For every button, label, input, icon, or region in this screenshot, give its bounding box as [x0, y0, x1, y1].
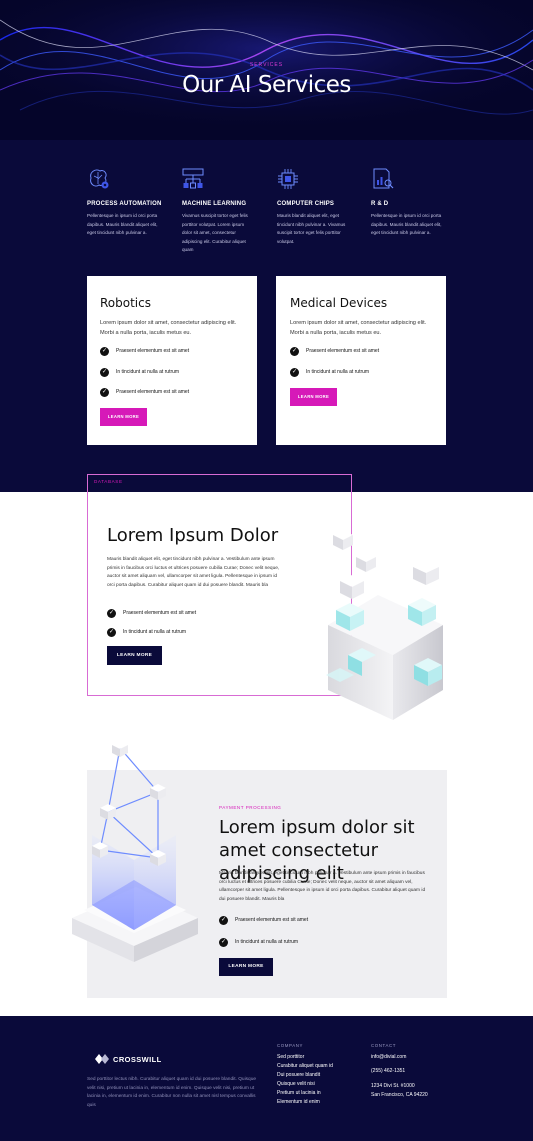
list-item: ✓ Praesent elementum est sit amet: [219, 915, 309, 925]
learn-more-button[interactable]: LEARN MORE: [107, 646, 162, 665]
section-description: Mauris blandit aliquet elit, eget tincid…: [219, 871, 426, 903]
hero-section: SERVICES Our AI Services: [0, 0, 533, 140]
check-circle-icon: ✓: [290, 367, 299, 377]
check-circle-icon: ✓: [100, 387, 109, 397]
services-section: [0, 140, 533, 492]
check-circle-icon: ✓: [219, 915, 228, 925]
list-item: ✓ Praesent elementum est sit amet: [100, 387, 190, 397]
footer-address-line: San Francisco, CA 94220: [371, 1092, 428, 1098]
footer-contact-heading: CONTACT: [371, 1043, 397, 1048]
service-title: PROCESS AUTOMATION: [87, 201, 162, 207]
footer-link[interactable]: Curabitur aliquet quam id: [277, 1063, 333, 1069]
footer-link[interactable]: Quisque velit nisi: [277, 1081, 315, 1087]
check-circle-icon: ✓: [100, 367, 109, 377]
service-title: MACHINE LEARNING: [182, 201, 247, 207]
section-eyebrow: PAYMENT PROCESSING: [219, 805, 282, 810]
service-description: Mauris blandit aliquet elit, eget tincid…: [277, 213, 346, 244]
footer-phone[interactable]: (255) 462-1351: [371, 1068, 405, 1074]
card-description: Lorem ipsum dolor sit amet, consectetur …: [100, 320, 237, 336]
card-description: Lorem ipsum dolor sit amet, consectetur …: [290, 320, 427, 336]
network-cubes-illustration: [72, 741, 198, 962]
report-magnifier-icon: [373, 168, 394, 189]
service-title: COMPUTER CHIPS: [277, 201, 335, 207]
check-circle-icon: ✓: [219, 937, 228, 947]
footer-address-line: 1234 Divi St. #1000: [371, 1083, 415, 1089]
page-title: Our AI Services: [182, 72, 351, 98]
learn-more-button[interactable]: LEARN MORE: [100, 408, 147, 426]
crosswill-logo-icon: [95, 1054, 109, 1064]
list-item: ✓ Praesent elementum est sit amet: [290, 346, 380, 356]
footer-email-link[interactable]: info@divial.com: [371, 1054, 406, 1060]
section-title: Lorem Ipsum Dolor: [107, 525, 279, 546]
check-circle-icon: ✓: [290, 346, 299, 356]
section-description: Mauris blandit aliquet elit, eget tincid…: [107, 557, 280, 588]
card-title: Medical Devices: [290, 296, 388, 310]
check-circle-icon: ✓: [107, 627, 116, 637]
footer-link[interactable]: Elementum id enim: [277, 1099, 320, 1105]
section-eyebrow: DATABASE: [94, 479, 123, 484]
list-item: ✓ In tincidunt at nulla at rutrum: [219, 937, 299, 947]
learn-more-button[interactable]: LEARN MORE: [290, 388, 337, 406]
cube-illustration: [326, 530, 443, 720]
service-description: Vivamus suscipit tortor eget felis portt…: [182, 213, 248, 253]
footer-logo[interactable]: CROSSWILL: [95, 1053, 162, 1065]
service-description: Pellentesque in ipsum id orci porta dapi…: [87, 213, 158, 236]
list-item: ✓ Praesent elementum est sit amet: [100, 346, 190, 356]
footer-logo-text: CROSSWILL: [113, 1054, 162, 1064]
hero-wave-background: [0, 0, 533, 140]
list-item: ✓ In tincidunt at nulla at rutrum: [100, 367, 180, 377]
footer-link[interactable]: Pretium ut lacinia in: [277, 1090, 321, 1096]
brain-gear-icon: [90, 169, 109, 189]
list-item: ✓ In tincidunt at nulla at rutrum: [107, 627, 187, 637]
check-circle-icon: ✓: [107, 608, 116, 618]
service-description: Pellentesque in ipsum id orci porta dapi…: [371, 213, 442, 236]
chip-icon: [278, 169, 298, 189]
card-title: Robotics: [100, 296, 151, 310]
hero-eyebrow: SERVICES: [249, 62, 284, 68]
footer-description: Sed porttitor lectus nibh. Curabitur ali…: [87, 1077, 257, 1108]
check-circle-icon: ✓: [100, 346, 109, 356]
list-item: ✓ Praesent elementum est sit amet: [107, 608, 197, 618]
footer-link[interactable]: Sed porttitor: [277, 1054, 304, 1060]
list-item: ✓ In tincidunt at nulla at rutrum: [290, 367, 370, 377]
learn-more-button[interactable]: LEARN MORE: [219, 958, 273, 976]
footer-link[interactable]: Dui posuere blandit: [277, 1072, 320, 1078]
service-title: R & D: [371, 201, 389, 207]
network-diagram-icon: [182, 168, 204, 189]
footer-company-heading: COMPANY: [277, 1043, 304, 1048]
footer: [0, 1016, 533, 1141]
